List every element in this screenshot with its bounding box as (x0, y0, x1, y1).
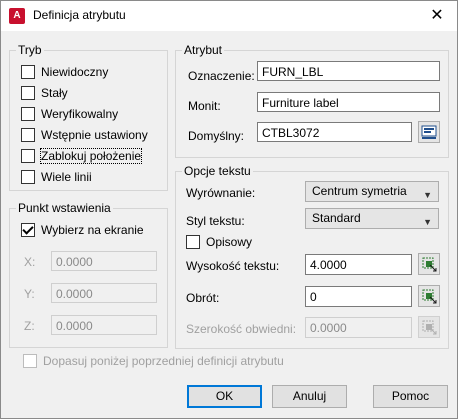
checkbox-zablokuj-polozenie[interactable]: Zablokuj położenie (21, 148, 143, 164)
pick-point-icon (422, 320, 437, 335)
monit-field[interactable]: Furniture label (257, 92, 440, 112)
dialog-body: Tryb Niewidoczny Stały Weryfikowalny Wst… (1, 31, 457, 418)
checkbox-label: Opisowy (206, 235, 253, 249)
insert-field-icon (421, 125, 437, 139)
z-field[interactable]: 0.0000 (51, 315, 157, 335)
checkbox-label: Wybierz na ekranie (41, 223, 144, 237)
title-bar: A Definicja atrybutu ✕ (1, 1, 457, 31)
checkbox-wstepnie-ustawiony[interactable]: Wstępnie ustawiony (21, 128, 148, 142)
punkt-group-title: Punkt wstawienia (16, 201, 113, 215)
domyslny-label: Domyślny: (188, 129, 245, 143)
tryb-group: Tryb Niewidoczny Stały Weryfikowalny Wst… (9, 43, 168, 191)
checkbox-label: Stały (41, 86, 68, 100)
y-label: Y: (24, 287, 35, 301)
cancel-button[interactable]: Anuluj (272, 385, 347, 408)
wyrownanie-value: Centrum symetria (312, 184, 407, 198)
checkbox-box[interactable] (21, 128, 35, 142)
z-label: Z: (24, 319, 35, 333)
oznaczenie-field[interactable]: FURN_LBL (257, 61, 440, 81)
checkbox-label: Wstępnie ustawiony (41, 128, 148, 142)
checkbox-dopasuj[interactable]: Dopasuj poniżej poprzedniej definicji at… (23, 354, 284, 368)
checkbox-wybierz-na-ekranie[interactable]: Wybierz na ekranie (21, 223, 144, 237)
szerokosc-field[interactable]: 0.0000 (305, 317, 412, 338)
wyrownanie-label: Wyrównanie: (186, 186, 256, 200)
close-icon[interactable]: ✕ (423, 4, 451, 28)
obrot-pick-button[interactable] (418, 285, 440, 307)
checkbox-box[interactable] (21, 149, 35, 163)
chevron-down-icon: ▼ (423, 190, 432, 200)
szerokosc-label: Szerokość obwiedni: (186, 322, 297, 336)
punkt-wstawienia-group: Punkt wstawienia Wybierz na ekranie X: 0… (9, 201, 168, 348)
checkbox-label: Weryfikowalny (41, 107, 119, 121)
checkbox-box[interactable] (21, 86, 35, 100)
checkbox-box[interactable] (23, 354, 37, 368)
ok-button[interactable]: OK (187, 385, 262, 408)
checkbox-box[interactable] (21, 170, 35, 184)
obrot-field[interactable]: 0 (305, 286, 412, 307)
checkbox-box[interactable] (186, 235, 200, 249)
wysokosc-field[interactable]: 4.0000 (305, 254, 412, 275)
help-button[interactable]: Pomoc (373, 385, 448, 408)
checkbox-label: Wiele linii (41, 170, 92, 184)
checkbox-box[interactable] (21, 65, 35, 79)
checkbox-label: Dopasuj poniżej poprzedniej definicji at… (43, 354, 284, 368)
opcje-group-title: Opcje tekstu (182, 164, 253, 178)
pick-point-icon (422, 289, 437, 304)
checkbox-weryfikowalny[interactable]: Weryfikowalny (21, 107, 118, 121)
checkbox-wiele-linii[interactable]: Wiele linii (21, 170, 92, 184)
wyrownanie-select[interactable]: Centrum symetria ▼ (305, 181, 439, 202)
checkbox-niewidoczny[interactable]: Niewidoczny (21, 65, 108, 79)
pick-point-icon (422, 257, 437, 272)
checkbox-box[interactable] (21, 223, 35, 237)
insert-field-button[interactable] (418, 121, 440, 143)
dialog-window: A Definicja atrybutu ✕ Tryb Niewidoczny … (0, 0, 458, 419)
x-label: X: (24, 255, 36, 269)
wysokosc-pick-button[interactable] (418, 253, 440, 275)
checkbox-box[interactable] (21, 107, 35, 121)
monit-label: Monit: (188, 99, 221, 113)
obrot-label: Obrót: (186, 291, 220, 305)
x-field[interactable]: 0.0000 (51, 251, 157, 271)
tryb-group-title: Tryb (16, 43, 44, 57)
styl-tekstu-select[interactable]: Standard ▼ (305, 208, 439, 229)
atrybut-group-title: Atrybut (182, 43, 225, 57)
domyslny-field[interactable]: CTBL3072 (257, 122, 412, 142)
atrybut-group: Atrybut Oznaczenie: FURN_LBL Monit: Furn… (175, 43, 449, 158)
autocad-a-icon: A (9, 8, 25, 24)
checkbox-label: Niewidoczny (41, 65, 109, 79)
checkbox-staly[interactable]: Stały (21, 86, 68, 100)
checkbox-opisowy[interactable]: Opisowy (186, 235, 252, 249)
szerokosc-pick-button[interactable] (418, 316, 440, 338)
window-title: Definicja atrybutu (33, 8, 126, 22)
oznaczenie-label: Oznaczenie: (188, 69, 255, 83)
checkbox-label: Zablokuj położenie (39, 148, 143, 164)
styl-tekstu-label: Styl tekstu: (186, 214, 245, 228)
opcje-tekstu-group: Opcje tekstu Wyrównanie: Centrum symetri… (175, 164, 449, 349)
chevron-down-icon: ▼ (423, 217, 432, 227)
styl-tekstu-value: Standard (312, 211, 361, 225)
y-field[interactable]: 0.0000 (51, 283, 157, 303)
wysokosc-label: Wysokość tekstu: (186, 259, 280, 273)
